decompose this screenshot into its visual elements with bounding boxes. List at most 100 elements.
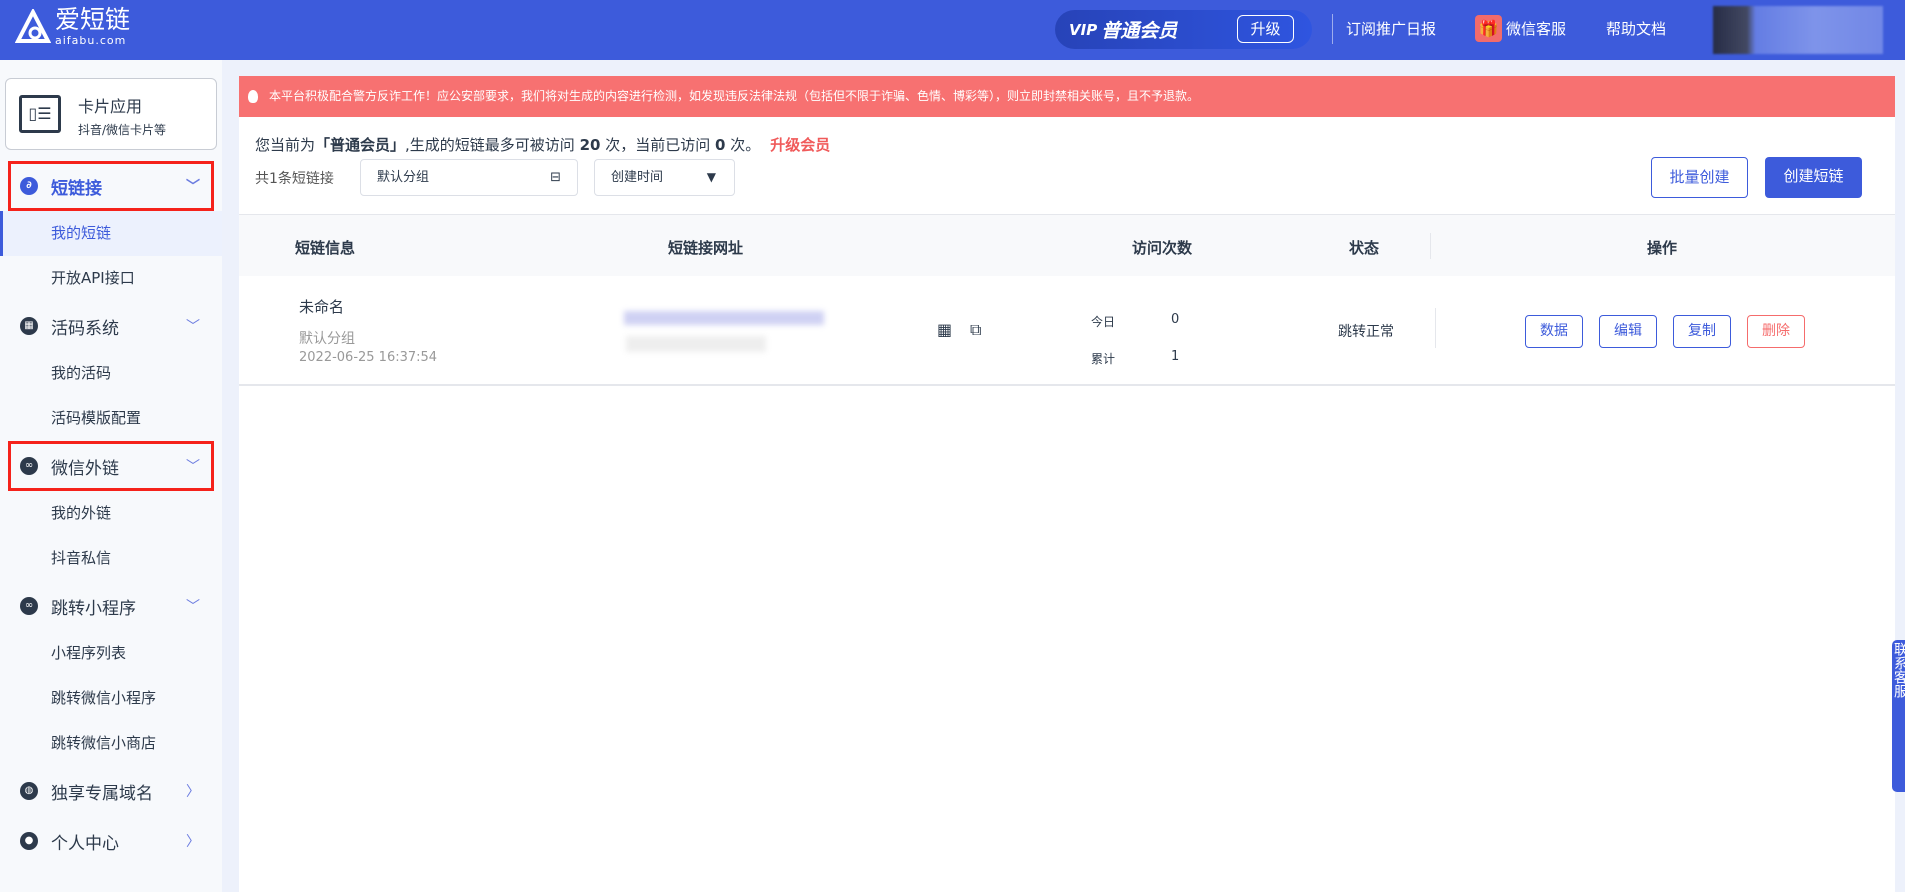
table-row: 未命名 默认分组 2022-06-25 16:37:54 ▦ ⧉ 今日 0 累计… xyxy=(239,276,1895,386)
wechat-service-link[interactable]: 微信客服 xyxy=(1506,18,1566,39)
sidebar-group-miniprogram[interactable]: ∞ 跳转小程序 ﹀ xyxy=(0,581,222,631)
miniprogram-icon: ∞ xyxy=(20,597,38,615)
column-divider xyxy=(1435,308,1436,348)
target-url-redacted xyxy=(626,336,766,352)
sort-select[interactable]: 创建时间 ▼ xyxy=(594,159,735,196)
folder-icon: ⊟ xyxy=(550,170,561,185)
table-header: 短链信息 短链接网址 访问次数 状态 操作 xyxy=(239,214,1895,276)
visit-limit: 20 xyxy=(579,136,601,154)
help-docs-link[interactable]: 帮助文档 xyxy=(1606,18,1666,39)
group-label: 活码系统 xyxy=(51,318,119,339)
batch-create-button[interactable]: 批量创建 xyxy=(1651,157,1748,198)
chevron-down-icon: ﹀ xyxy=(186,319,200,335)
today-label: 今日 xyxy=(1091,315,1116,329)
group-label: 跳转小程序 xyxy=(51,598,136,619)
link-created-time: 2022-06-25 16:37:54 xyxy=(299,350,438,365)
sidebar-item-code-templates[interactable]: 活码模版配置 xyxy=(0,396,222,441)
sidebar-group-short-link[interactable]: ∂ 短链接 ﹀ xyxy=(8,161,214,211)
short-url-redacted[interactable] xyxy=(624,311,824,325)
sidebar-item-jump-shop[interactable]: 跳转微信小商店 xyxy=(0,721,222,766)
member-level: 「普通会员」 xyxy=(315,136,406,154)
edit-button[interactable]: 编辑 xyxy=(1599,315,1657,348)
logo[interactable]: 爱短链 aifabu.com xyxy=(15,6,130,47)
total-label: 累计 xyxy=(1091,352,1116,366)
link-count: 共1条短链接 xyxy=(255,171,334,187)
vip-badge: VIP 普通会员 升级 xyxy=(1055,10,1312,49)
card-icon: ▯☰ xyxy=(19,95,61,133)
info-text: 您当前为 xyxy=(255,136,316,154)
upgrade-member-link[interactable]: 升级会员 xyxy=(770,136,830,154)
logo-icon xyxy=(15,8,51,43)
group-select[interactable]: 默认分组 ⊟ xyxy=(360,159,578,196)
copy-icon[interactable]: ⧉ xyxy=(970,320,981,340)
today-visits: 0 xyxy=(1171,312,1180,327)
info-text: 次，当前已访问 xyxy=(605,136,711,154)
sidebar-item-my-links[interactable]: 我的短链 xyxy=(0,211,222,256)
data-button[interactable]: 数据 xyxy=(1525,315,1583,348)
visits-used: 0 xyxy=(715,136,726,154)
group-label: 微信外链 xyxy=(51,458,119,479)
sidebar-item-jump-miniprogram[interactable]: 跳转微信小程序 xyxy=(0,676,222,721)
delete-button[interactable]: 删除 xyxy=(1747,315,1805,348)
copy-button[interactable]: 复制 xyxy=(1673,315,1731,348)
contact-service-float[interactable]: 联系客服 xyxy=(1892,640,1905,792)
info-text: 次。 xyxy=(730,136,761,154)
total-visits: 1 xyxy=(1171,349,1180,364)
sidebar-group-profile[interactable]: ● 个人中心 〉 xyxy=(0,816,222,866)
main-panel: 本平台积极配合警方反诈工作！应公安部要求，我们将对生成的内容进行检测，如发现违反… xyxy=(239,76,1895,892)
card-subtitle: 抖音/微信卡片等 xyxy=(78,123,167,137)
status-text: 跳转正常 xyxy=(1338,324,1394,340)
col-link-url: 短链接网址 xyxy=(668,239,744,257)
info-text: ,生成的短链最多可被访问 xyxy=(405,136,575,154)
link-name: 未命名 xyxy=(299,298,345,316)
create-link-button[interactable]: 创建短链 xyxy=(1765,157,1862,198)
col-status: 状态 xyxy=(1349,239,1380,257)
contact-service-label: 联系客服 xyxy=(1892,642,1905,698)
sidebar-item-miniprogram-list[interactable]: 小程序列表 xyxy=(0,631,222,676)
chevron-down-icon: ﹀ xyxy=(186,179,200,195)
col-actions: 操作 xyxy=(1647,239,1678,257)
sidebar-item-my-external-links[interactable]: 我的外链 xyxy=(0,491,222,536)
group-label: 个人中心 xyxy=(51,833,119,854)
sidebar-item-douyin-dm[interactable]: 抖音私信 xyxy=(0,536,222,581)
subscribe-report-link[interactable]: 订阅推广日报 xyxy=(1346,18,1436,39)
sidebar-group-wechat-links[interactable]: ∞ 微信外链 ﹀ xyxy=(8,441,214,491)
alert-text: 本平台积极配合警方反诈工作！应公安部要求，我们将对生成的内容进行检测，如发现违反… xyxy=(269,89,1200,103)
group-select-value: 默认分组 xyxy=(377,170,430,185)
globe-icon: ◍ xyxy=(20,782,38,800)
sidebar-item-open-api[interactable]: 开放API接口 xyxy=(0,256,222,301)
col-link-info: 短链信息 xyxy=(295,239,356,257)
chevron-right-icon: 〉 xyxy=(186,834,200,850)
column-divider xyxy=(1430,233,1431,259)
user-icon: ● xyxy=(20,832,38,850)
header-divider xyxy=(1332,14,1333,44)
chevron-right-icon: 〉 xyxy=(186,784,200,800)
vip-level: 普通会员 xyxy=(1101,20,1178,42)
sidebar-group-domain[interactable]: ◍ 独享专属域名 〉 xyxy=(0,766,222,816)
bulb-icon xyxy=(248,90,258,103)
link-icon: ∂ xyxy=(20,177,38,195)
qrcode-icon[interactable]: ▦ xyxy=(937,320,952,339)
caret-down-icon: ▼ xyxy=(706,170,716,184)
sidebar-group-live-code[interactable]: ▦ 活码系统 ﹀ xyxy=(0,301,222,351)
top-header: 爱短链 aifabu.com VIP 普通会员 升级 订阅推广日报 🎁 微信客服… xyxy=(0,0,1905,60)
upgrade-button[interactable]: 升级 xyxy=(1237,15,1294,43)
logo-name: 爱短链 xyxy=(55,5,131,34)
sidebar-item-my-codes[interactable]: 我的活码 xyxy=(0,351,222,396)
sort-select-value: 创建时间 xyxy=(611,170,664,185)
group-label: 短链接 xyxy=(51,178,102,199)
chevron-down-icon: ﹀ xyxy=(186,599,200,615)
card-title: 卡片应用 xyxy=(78,97,143,116)
group-label: 独享专属域名 xyxy=(51,783,153,804)
vip-icon: VIP xyxy=(1069,20,1098,39)
membership-info: 您当前为「普通会员」,生成的短链最多可被访问 20 次，当前已访问 0 次。 升级… xyxy=(255,134,830,155)
link-group: 默认分组 xyxy=(299,331,355,347)
col-visits: 访问次数 xyxy=(1132,239,1193,257)
chevron-down-icon: ﹀ xyxy=(186,459,200,475)
card-app-entry[interactable]: ▯☰ 卡片应用 抖音/微信卡片等 xyxy=(5,78,217,150)
sidebar: ▯☰ 卡片应用 抖音/微信卡片等 ∂ 短链接 ﹀ 我的短链 开放API接口 ▦ 活码系… xyxy=(0,60,222,892)
user-avatar[interactable] xyxy=(1713,6,1883,54)
logo-domain: aifabu.com xyxy=(55,34,127,47)
anti-fraud-alert: 本平台积极配合警方反诈工作！应公安部要求，我们将对生成的内容进行检测，如发现违反… xyxy=(239,76,1895,117)
qrcode-icon: ▦ xyxy=(20,317,38,335)
